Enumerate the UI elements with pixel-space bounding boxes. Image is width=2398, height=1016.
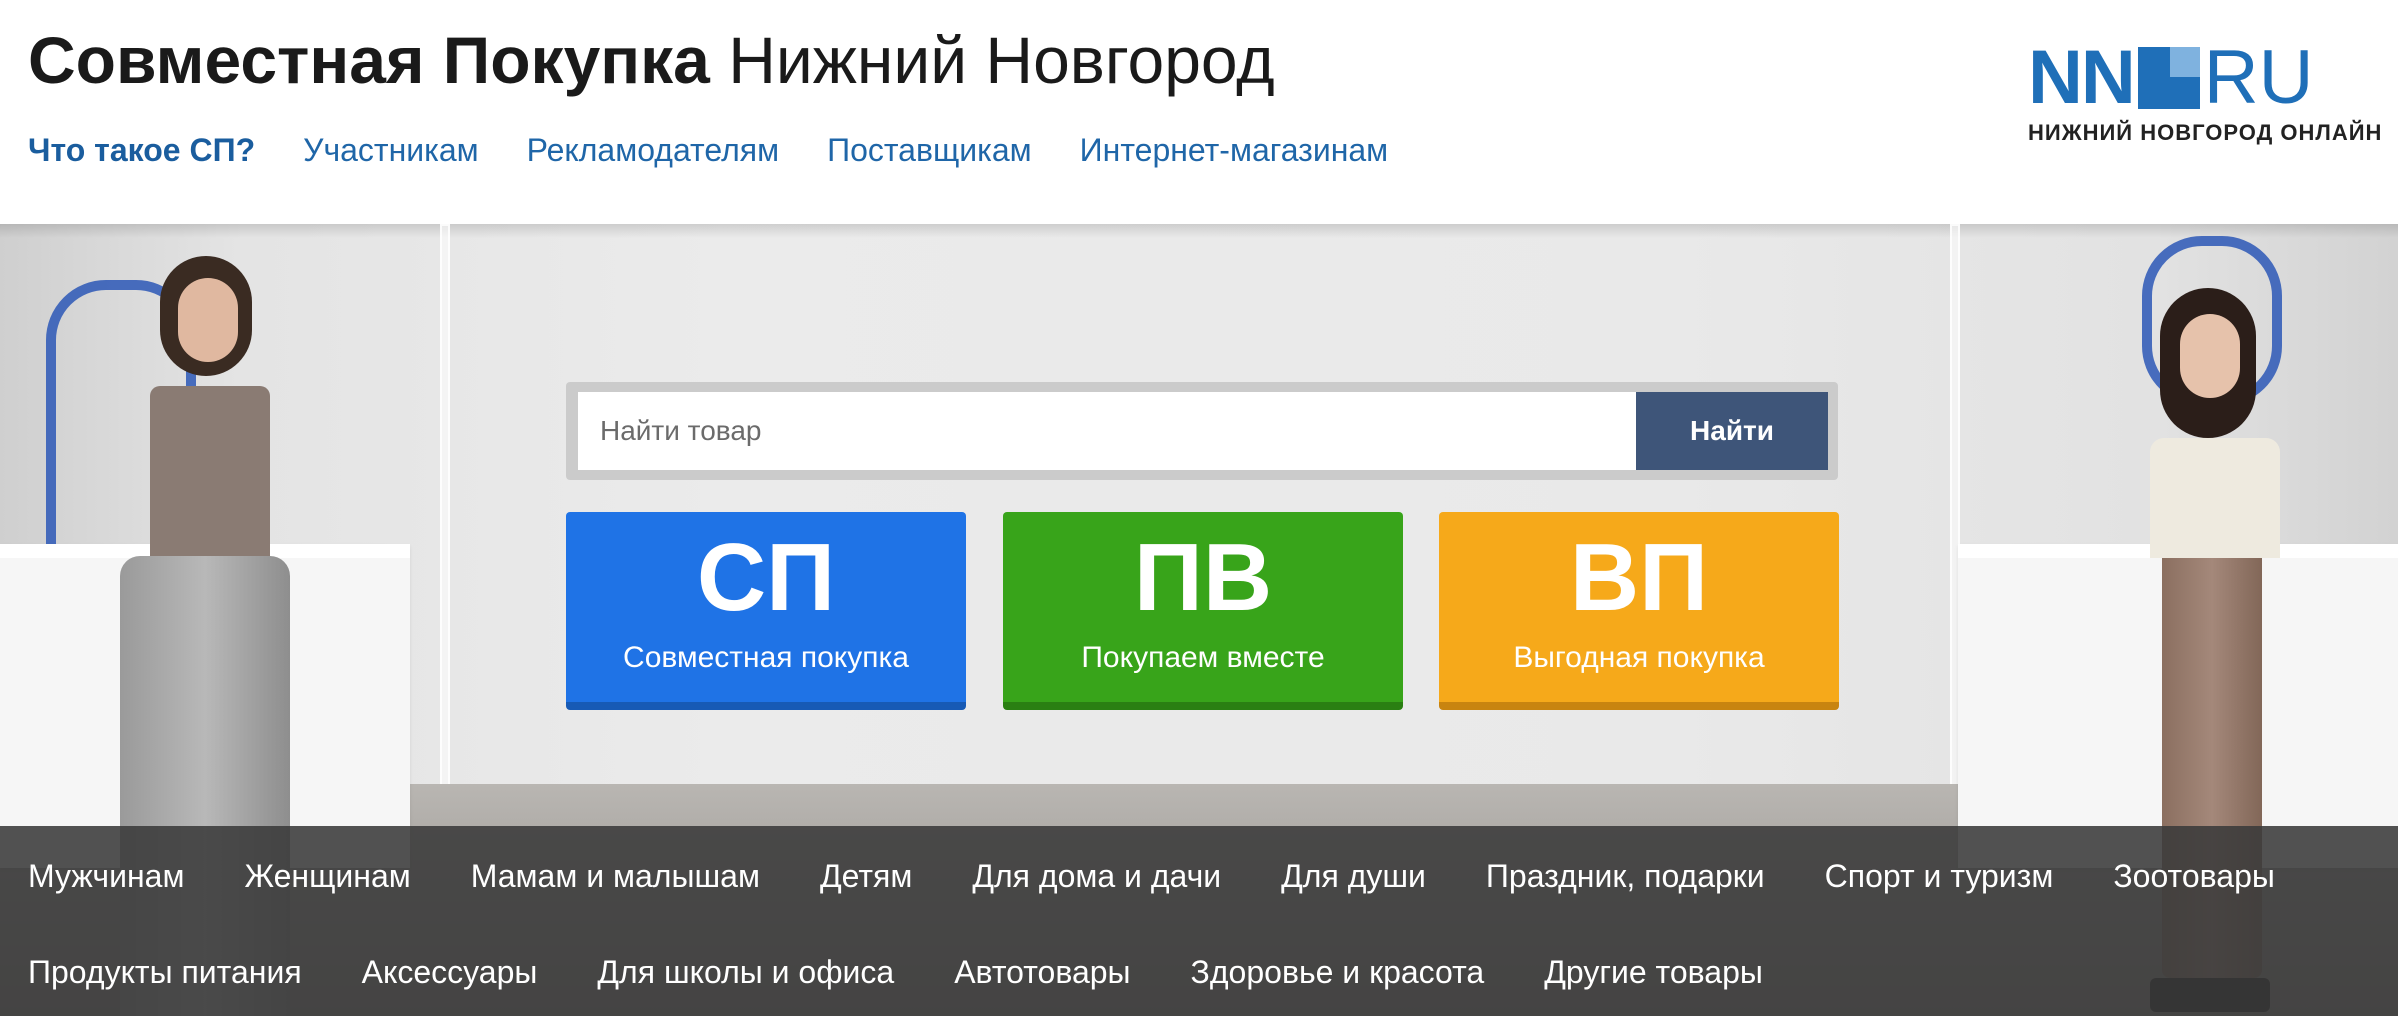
- page-title-main: Совместная Покупка: [28, 23, 710, 97]
- category-link-auto[interactable]: Автотовары: [954, 952, 1130, 992]
- tile-abbr: СП: [696, 524, 836, 631]
- category-link-women[interactable]: Женщинам: [244, 856, 410, 896]
- category-link-other[interactable]: Другие товары: [1544, 952, 1763, 992]
- category-link-men[interactable]: Мужчинам: [28, 856, 184, 896]
- tile-abbr: ВП: [1569, 524, 1709, 631]
- category-bar: Мужчинам Женщинам Мамам и малышам Детям …: [0, 826, 2398, 1016]
- logo-subtitle: НИЖНИЙ НОВГОРОД ОНЛАЙН: [2028, 120, 2383, 145]
- category-row: Продукты питания Аксессуары Для школы и …: [28, 952, 1763, 992]
- category-link-sport-tourism[interactable]: Спорт и туризм: [1825, 856, 2054, 896]
- logo-mark-nn: NN: [2028, 35, 2136, 120]
- wall-molding: [440, 224, 450, 788]
- category-link-food[interactable]: Продукты питания: [28, 952, 302, 992]
- category-link-hobby[interactable]: Для души: [1281, 856, 1426, 896]
- nav-link-suppliers[interactable]: Поставщикам: [827, 130, 1032, 170]
- page-title[interactable]: Совместная Покупка Нижний Новгород: [28, 20, 1275, 100]
- category-link-moms-babies[interactable]: Мамам и малышам: [471, 856, 760, 896]
- category-link-kids[interactable]: Детям: [820, 856, 912, 896]
- category-link-health-beauty[interactable]: Здоровье и красота: [1191, 952, 1485, 992]
- tile-joint-purchase[interactable]: СП Совместная покупка: [566, 512, 966, 710]
- category-link-holiday-gifts[interactable]: Праздник, подарки: [1486, 856, 1765, 896]
- nn-ru-logo[interactable]: NN RU НИЖНИЙ НОВГОРОД ОНЛАЙН: [2028, 35, 2384, 146]
- nav-link-advertisers[interactable]: Рекламодателям: [527, 130, 779, 170]
- nav-link-participants[interactable]: Участникам: [303, 130, 479, 170]
- search-input[interactable]: [578, 392, 1636, 470]
- tile-label: Покупаем вместе: [1081, 641, 1325, 674]
- tile-abbr: ПВ: [1133, 524, 1273, 631]
- category-link-home-garden[interactable]: Для дома и дачи: [972, 856, 1221, 896]
- category-row: Мужчинам Женщинам Мамам и малышам Детям …: [28, 856, 2275, 896]
- category-link-accessories[interactable]: Аксессуары: [362, 952, 538, 992]
- site-header: Совместная Покупка Нижний Новгород Что т…: [0, 0, 2398, 224]
- logo-mark-ru: RU: [2203, 35, 2314, 120]
- nav-link-what-is-sp[interactable]: Что такое СП?: [28, 130, 255, 170]
- tile-label: Выгодная покупка: [1513, 641, 1765, 674]
- search-button[interactable]: Найти: [1636, 392, 1828, 470]
- logo-mark: NN RU: [2028, 35, 2384, 120]
- nav-link-online-stores[interactable]: Интернет-магазинам: [1080, 130, 1389, 170]
- search-bar: Найти: [566, 382, 1838, 480]
- page-title-city: Нижний Новгород: [728, 23, 1275, 97]
- top-navigation: Что такое СП? Участникам Рекламодателям …: [28, 130, 1388, 170]
- hero-banner: Найти СП Совместная покупка ПВ Покупаем …: [0, 224, 2398, 1016]
- category-link-school-office[interactable]: Для школы и офиса: [597, 952, 894, 992]
- tile-good-deal[interactable]: ВП Выгодная покупка: [1439, 512, 1839, 710]
- tile-buy-together[interactable]: ПВ Покупаем вместе: [1003, 512, 1403, 710]
- category-link-pet-goods[interactable]: Зоотовары: [2113, 856, 2275, 896]
- tile-label: Совместная покупка: [623, 641, 909, 674]
- logo-square-icon: [2137, 47, 2200, 109]
